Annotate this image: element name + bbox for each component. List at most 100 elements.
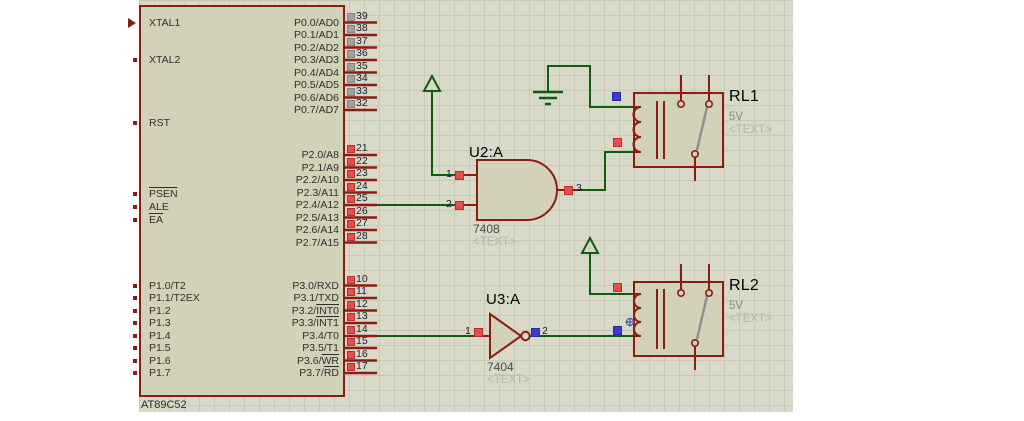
chip-part-label: AT89C52 (141, 399, 187, 411)
gate-pin-number: 1 (465, 325, 471, 337)
pin-state-indicator (347, 62, 355, 71)
chip-pin-name: P0.2/AD2 (294, 41, 339, 54)
chip-pin-name: P3.4/T0 (302, 330, 339, 342)
gate-u3a-ref-label[interactable]: U3:A (486, 291, 520, 308)
pin-state-indicator (347, 300, 355, 309)
pin-state-indicator (347, 207, 355, 216)
chip-pin-label-psen: PSEN (149, 188, 178, 200)
relay-rl1-text-placeholder[interactable]: <TEXT> (729, 124, 772, 136)
chip-pin-name: P3.3/INT1 (291, 317, 339, 329)
chip-pin-label-ea: EA (149, 214, 164, 226)
pin-state-indicator (531, 327, 540, 337)
gate-u2a-ref-label[interactable]: U2:A (469, 144, 503, 161)
pin-number: 11 (356, 285, 367, 297)
pin-number: 32 (356, 97, 368, 109)
chip-pin-label-xtal2: XTAL2 (149, 54, 181, 66)
pin-state-indicator (455, 170, 464, 180)
relay-rl2[interactable] (625, 264, 724, 370)
pin-state-indicator (347, 363, 355, 371)
relay-rl2-text-placeholder[interactable]: <TEXT> (729, 313, 772, 325)
pin-state-indicator (613, 283, 622, 292)
pin-number: 33 (356, 84, 368, 97)
pin-marker[interactable] (133, 218, 137, 222)
pin-number: 37 (356, 34, 368, 47)
pin-number: 15 (356, 335, 368, 347)
gate-u2a-part-label[interactable]: 7408 (473, 222, 500, 236)
ground-icon (533, 90, 563, 106)
chip-pin-label-p14: P1.4 (149, 330, 171, 342)
relay-rl2-voltage-label[interactable]: 5V (729, 300, 743, 312)
wire-ground-to-rl1-coil (547, 65, 634, 108)
relay-rl1[interactable] (632, 75, 724, 181)
relay-rl1-ref-label[interactable]: RL1 (729, 88, 759, 106)
chip-pin-name: P2.2/A10 (295, 174, 339, 186)
pin-marker[interactable] (133, 296, 137, 300)
pin-number: 24 (356, 179, 368, 192)
gate-pin-number: 2 (446, 198, 452, 210)
gate-pin-number: 3 (576, 182, 582, 194)
pin-number: 22 (356, 154, 368, 167)
gate-u3a-text-placeholder[interactable]: <TEXT> (487, 374, 530, 386)
pin-marker[interactable] (133, 334, 137, 338)
power-arrow-icon (422, 73, 442, 92)
pin-state-indicator (347, 288, 355, 296)
pin-number: 27 (356, 217, 368, 229)
schematic-canvas: AT89C52 XTAL1 XTAL2 RST PSEN ALE EA P1.0… (0, 0, 1024, 421)
and-gate-u2a[interactable] (460, 159, 581, 221)
wire-vcc-to-and-in1 (431, 91, 460, 176)
power-terminal-2[interactable] (580, 235, 600, 254)
pin-marker[interactable] (133, 192, 137, 196)
gate-u3a-part-label[interactable]: 7404 (487, 360, 514, 374)
pin-number: 26 (356, 204, 368, 217)
pin-marker[interactable] (133, 120, 137, 125)
pin-state-indicator (347, 326, 355, 334)
chip-pin-name: P0.1/AD1 (294, 29, 339, 41)
chip-pin-name: P3.1/TXD (293, 292, 339, 304)
pin-state-indicator (347, 87, 355, 96)
pin-number: 34 (356, 72, 368, 84)
pin-number: 38 (356, 22, 368, 34)
chip-pin-name: P0.4/AD4 (294, 66, 339, 79)
pin-number: 12 (356, 297, 368, 310)
xtal1-pin-marker-icon[interactable] (128, 17, 136, 28)
chip-pin-name: P2.6/A14 (295, 224, 339, 236)
pin-state-indicator (564, 185, 573, 195)
pin-marker[interactable] (133, 58, 137, 62)
gate-pin-number: 1 (446, 168, 452, 180)
pin-state-indicator (347, 12, 355, 21)
pin-number: 13 (356, 310, 368, 322)
pin-marker[interactable] (133, 346, 137, 350)
pin-number: 25 (356, 192, 368, 204)
pin-state-indicator (347, 75, 355, 83)
chip-pin-label-xtal1: XTAL1 (149, 16, 181, 29)
pin-marker[interactable] (133, 321, 137, 325)
power-terminal-1[interactable] (422, 73, 442, 92)
pin-state-indicator (347, 232, 355, 241)
chip-pin-name: P3.2/INT0 (291, 304, 339, 317)
pin-marker[interactable] (133, 371, 137, 375)
pin-state-indicator (347, 182, 355, 191)
power-arrow-icon (580, 235, 600, 254)
chip-pin-label-p16: P1.6 (149, 354, 171, 367)
chip-pin-name: P3.6/WR (296, 354, 339, 367)
relay-rl2-ref-label[interactable]: RL2 (729, 277, 759, 295)
chip-pin-name: P0.7/AD7 (294, 104, 339, 116)
pin-state-indicator (613, 138, 622, 147)
pin-state-indicator (347, 157, 355, 166)
chip-pin-label-p13: P1.3 (149, 317, 171, 329)
pin-marker[interactable] (133, 358, 137, 363)
pin-marker[interactable] (133, 308, 137, 313)
wire-vcc-to-rl2-coil (589, 253, 634, 295)
pin-state-indicator (347, 220, 355, 228)
pin-state-indicator (347, 313, 355, 321)
ground-terminal[interactable] (533, 90, 563, 106)
gate-u2a-text-placeholder[interactable]: <TEXT> (473, 236, 516, 248)
pin-state-indicator (347, 25, 355, 33)
wire-and-out-to-rl1-coil (581, 151, 634, 191)
chip-pin-name: P3.7/RD (299, 367, 339, 379)
pin-marker[interactable] (133, 205, 137, 209)
chip-pin-name: P3.0/RXD (292, 279, 339, 292)
chip-pin-name: P2.1/A9 (301, 161, 339, 174)
relay-rl1-voltage-label[interactable]: 5V (729, 111, 743, 123)
pin-marker[interactable] (133, 283, 137, 288)
